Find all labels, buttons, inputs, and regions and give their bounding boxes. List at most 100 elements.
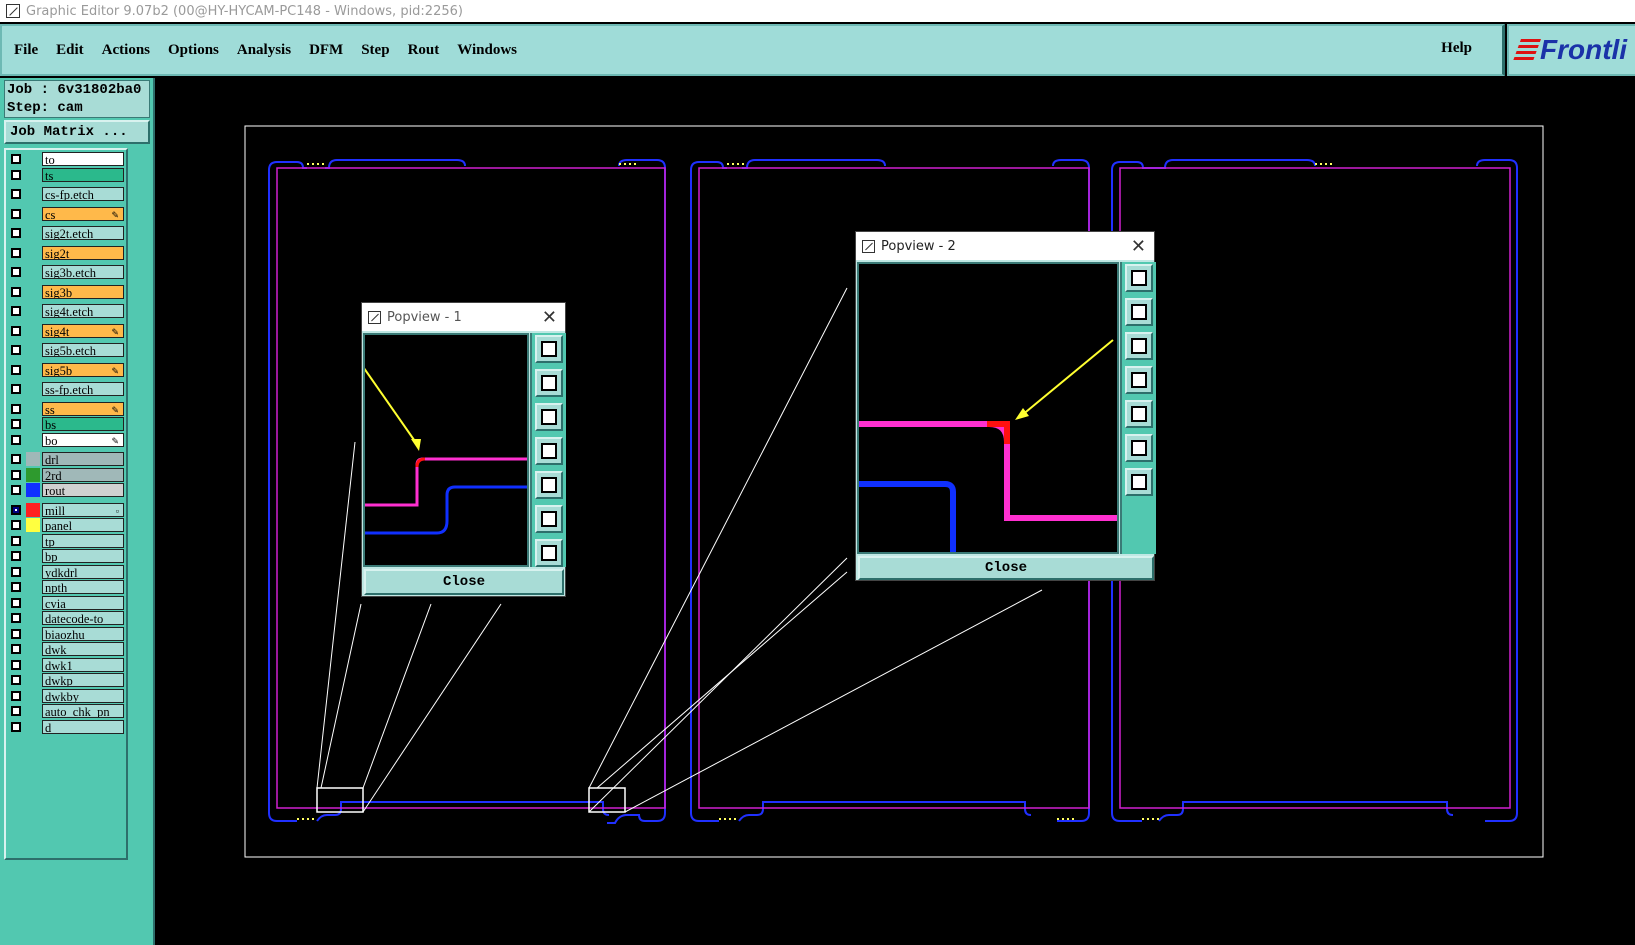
layer-name[interactable]: panel [42,518,124,532]
pan-up-icon[interactable] [1125,298,1153,326]
layer-row-bp[interactable]: bp [8,549,126,563]
layer-checkbox[interactable] [11,535,21,546]
menu-edit[interactable]: Edit [56,42,84,59]
layer-name[interactable]: npth [42,580,124,594]
layer-row-dwkp[interactable]: dwkp [8,673,126,687]
layer-name[interactable]: sig5b.etch [42,343,124,357]
layer-row-dwk[interactable]: dwk [8,642,126,656]
layer-name[interactable]: cs-fp.etch [42,187,124,201]
layer-row-bo[interactable]: bo ✎ [8,432,126,447]
menu-actions[interactable]: Actions [102,42,150,59]
close-icon[interactable]: ✕ [1131,236,1146,257]
menu-dfm[interactable]: DFM [309,42,343,59]
layer-name[interactable]: auto_chk_pn [42,704,124,718]
pan-right-icon[interactable] [535,471,563,499]
layer-checkbox[interactable] [11,706,21,716]
pan-down-icon[interactable] [535,403,563,431]
layer-name[interactable]: dwk1 [42,657,124,672]
layer-checkbox[interactable] [11,721,21,732]
layer-checkbox[interactable] [11,169,21,180]
layer-checkbox[interactable] [11,247,21,258]
pan-left-icon[interactable] [535,437,563,465]
layer-checkbox[interactable] [11,419,21,429]
layer-row-dwkby[interactable]: dwkby [8,688,126,703]
menu-step[interactable]: Step [361,42,389,59]
layer-row-sig4t-etch[interactable]: sig4t.etch [8,304,126,318]
layer-name[interactable]: ss-fp.etch [42,382,124,396]
layer-checkbox[interactable] [11,345,21,355]
popview-2-canvas[interactable] [857,262,1119,554]
layer-name[interactable]: cs ✎ [42,206,124,221]
layer-row-drl[interactable]: drl [8,452,126,466]
layer-checkbox[interactable] [11,454,21,464]
layer-row-dwk1[interactable]: dwk1 [8,657,126,672]
popview-1-close-button[interactable]: Close [364,569,564,595]
zoom-home-icon[interactable] [1125,264,1153,292]
pan-up-icon[interactable] [535,369,563,397]
layer-name[interactable]: dwkby [42,688,124,703]
layer-checkbox[interactable] [11,208,21,219]
layer-row-sig2t[interactable]: sig2t [8,245,126,260]
layer-row-sig4t[interactable]: sig4t ✎ [8,323,126,338]
layer-checkbox[interactable] [11,551,21,561]
layer-name[interactable]: drl [42,452,124,466]
zoom-home-icon[interactable] [535,335,563,363]
layer-row-auto-chk-pn[interactable]: auto_chk_pn [8,704,126,718]
layer-row-tp[interactable]: tp [8,533,126,548]
layer-checkbox[interactable] [11,520,21,530]
layer-checkbox[interactable] [11,597,21,608]
layer-row-ydkdrl[interactable]: ydkdrl [8,564,126,579]
layer-name[interactable]: dwk [42,642,124,656]
layer-row-npth[interactable]: npth [8,580,126,594]
layer-name[interactable]: datecode-to [42,611,124,625]
layer-checkbox[interactable] [11,613,21,623]
popview-1-canvas[interactable] [363,333,529,567]
layer-row-sig2t-etch[interactable]: sig2t.etch [8,226,126,240]
pan-right-icon[interactable] [1125,400,1153,428]
layer-checkbox[interactable] [11,690,21,701]
layer-name[interactable]: bp [42,549,124,563]
layer-row-cs[interactable]: cs ✎ [8,206,126,221]
layer-row-datecode-to[interactable]: datecode-to [8,611,126,625]
layer-checkbox[interactable] [11,267,21,277]
layer-checkbox[interactable] [11,325,21,336]
layer-checkbox[interactable] [11,485,21,495]
layer-checkbox[interactable] [11,659,21,670]
layer-name[interactable]: bs [42,417,124,431]
layer-row-biaozhu[interactable]: biaozhu [8,626,126,641]
layer-name[interactable]: rout [42,483,124,497]
layer-name[interactable]: to [42,152,124,166]
layer-checkbox[interactable] [11,566,21,577]
layer-name[interactable]: sig5b ✎ [42,362,124,377]
layer-checkbox[interactable] [11,286,21,297]
layer-row-sig3b[interactable]: sig3b [8,284,126,299]
layer-name[interactable]: ts [42,167,124,182]
menu-file[interactable]: File [14,42,38,59]
popview-2-close-button[interactable]: Close [858,556,1154,580]
layer-checkbox[interactable] [11,504,21,515]
layer-row-sig5b[interactable]: sig5b ✎ [8,362,126,377]
layer-checkbox[interactable] [11,228,21,238]
layer-name[interactable]: d [42,719,124,734]
layer-row-mill[interactable]: mill ▫ [8,502,126,517]
menu-help[interactable]: Help [1441,40,1472,57]
layer-name[interactable]: tp [42,533,124,548]
layer-row-ts[interactable]: ts [8,167,126,182]
menu-analysis[interactable]: Analysis [237,42,291,59]
pan-down-icon[interactable] [1125,332,1153,360]
layer-name[interactable]: sig2t.etch [42,226,124,240]
zoom-in-icon[interactable] [1125,468,1153,496]
layer-row-cvia[interactable]: cvia [8,595,126,610]
layer-checkbox[interactable] [11,189,21,199]
layer-row-panel[interactable]: panel [8,518,126,532]
layer-name[interactable]: sig3b.etch [42,265,124,279]
layer-row-ss[interactable]: ss ✎ [8,401,126,416]
layer-checkbox[interactable] [11,582,21,592]
layer-checkbox[interactable] [11,403,21,414]
layer-name[interactable]: 2rd [42,467,124,482]
layer-row-ss-fp-etch[interactable]: ss-fp.etch [8,382,126,396]
layer-checkbox[interactable] [11,675,21,685]
job-matrix-button[interactable]: Job Matrix ... [4,120,150,144]
layer-name[interactable]: sig3b [42,284,124,299]
layer-checkbox[interactable] [11,628,21,639]
